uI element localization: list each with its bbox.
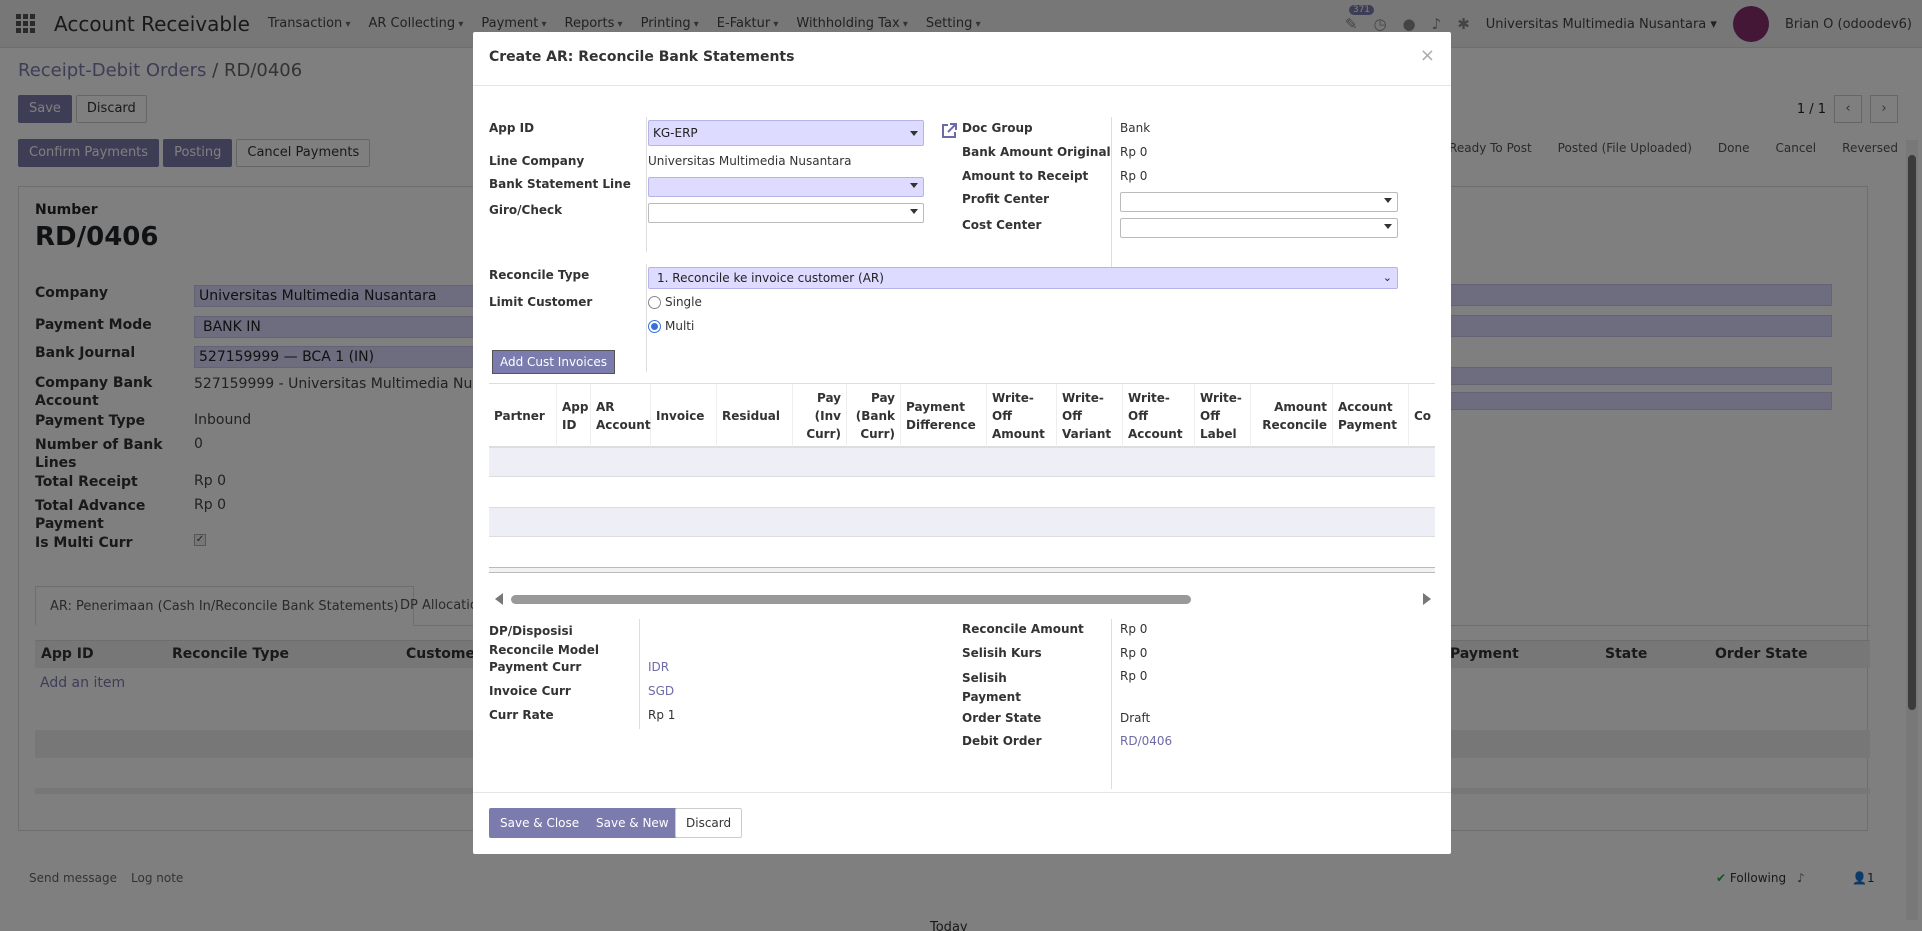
col-amount-reconcile[interactable]: Amount Reconcile xyxy=(1251,384,1333,448)
invoice-curr-label: Invoice Curr xyxy=(489,684,571,698)
line-company-label: Line Company xyxy=(489,154,585,168)
limit-multi-radio[interactable] xyxy=(648,320,661,333)
selisih-kurs-label: Selisih Kurs xyxy=(962,646,1042,660)
limit-single-label[interactable]: Single xyxy=(665,295,702,309)
col-pay-inv-curr[interactable]: Pay (Inv Curr) xyxy=(793,384,847,448)
external-link-icon[interactable] xyxy=(940,122,958,140)
selisih-kurs-value: Rp 0 xyxy=(1120,646,1148,660)
dp-disposisi-label: DP/Disposisi Reconcile Model xyxy=(489,624,599,657)
payment-curr-label: Payment Curr xyxy=(489,660,582,674)
grid-row xyxy=(489,447,1435,477)
col-writeoff-account[interactable]: Write-Off Account xyxy=(1123,384,1195,448)
left-divider xyxy=(646,117,647,252)
bottom-left-divider xyxy=(639,619,640,729)
reconcile-type-select[interactable]: 1. Reconcile ke invoice customer (AR) ⌄ xyxy=(648,267,1398,289)
close-icon[interactable]: × xyxy=(1420,45,1435,66)
app-id-label: App ID xyxy=(489,121,535,135)
cost-center-label: Cost Center xyxy=(962,218,1042,232)
col-residual[interactable]: Residual xyxy=(717,384,793,448)
grid-header: Partner App ID AR Account Invoice Residu… xyxy=(489,383,1435,448)
chevron-down-icon xyxy=(1384,198,1392,203)
col-writeoff-amount[interactable]: Write-Off Amount xyxy=(987,384,1057,448)
debit-order-label: Debit Order xyxy=(962,734,1042,748)
scroll-left-icon[interactable] xyxy=(495,593,503,605)
col-co[interactable]: Co xyxy=(1409,384,1435,448)
col-invoice[interactable]: Invoice xyxy=(651,384,717,448)
app-id-select[interactable]: KG-ERP xyxy=(648,120,924,146)
grid-row xyxy=(489,477,1435,507)
bank-statement-line-select[interactable] xyxy=(648,177,924,197)
profit-center-label: Profit Center xyxy=(962,192,1050,206)
col-account-payment[interactable]: Account Payment xyxy=(1333,384,1409,448)
amount-to-receipt-value: Rp 0 xyxy=(1120,169,1148,183)
col-writeoff-label[interactable]: Write-Off Label xyxy=(1195,384,1251,448)
chevron-down-icon xyxy=(910,209,918,214)
modal-title: Create AR: Reconcile Bank Statements xyxy=(489,49,795,65)
app-id-value: KG-ERP xyxy=(653,126,698,140)
debit-order-link[interactable]: RD/0406 xyxy=(1120,734,1172,748)
bottom-right-divider xyxy=(1111,619,1112,789)
order-state-label: Order State xyxy=(962,711,1042,725)
profit-center-select[interactable] xyxy=(1120,192,1398,212)
chevron-down-icon: ⌄ xyxy=(1382,271,1392,284)
reconcile-amount-label: Reconcile Amount xyxy=(962,622,1084,636)
payment-curr-link[interactable]: IDR xyxy=(648,660,669,674)
limit-customer-label: Limit Customer xyxy=(489,295,593,309)
amount-to-receipt-label: Amount to Receipt xyxy=(962,169,1089,183)
col-writeoff-variant[interactable]: Write-Off Variant xyxy=(1057,384,1123,448)
bank-amount-original-label: Bank Amount Original xyxy=(962,145,1111,159)
reconcile-amount-value: Rp 0 xyxy=(1120,622,1148,636)
reconcile-type-value: 1. Reconcile ke invoice customer (AR) xyxy=(657,271,884,285)
order-state-value: Draft xyxy=(1120,711,1151,725)
save-new-button[interactable]: Save & New xyxy=(585,808,680,838)
col-payment-difference[interactable]: Payment Difference xyxy=(901,384,987,448)
bank-statement-line-label: Bank Statement Line xyxy=(489,177,631,191)
invoice-curr-link[interactable]: SGD xyxy=(648,684,674,698)
cost-center-select[interactable] xyxy=(1120,218,1398,238)
bank-amount-original-value: Rp 0 xyxy=(1120,145,1148,159)
limit-multi-label[interactable]: Multi xyxy=(665,319,694,333)
reconcile-modal: Create AR: Reconcile Bank Statements × A… xyxy=(473,32,1451,854)
giro-check-select[interactable] xyxy=(648,203,924,223)
grid-row xyxy=(489,507,1435,537)
limit-single-radio[interactable] xyxy=(648,296,661,309)
chevron-down-icon xyxy=(910,183,918,188)
col-ar-account[interactable]: AR Account xyxy=(591,384,651,448)
grid-footer xyxy=(489,567,1435,573)
doc-group-label: Doc Group xyxy=(962,121,1033,135)
chevron-down-icon xyxy=(910,131,918,136)
reconcile-type-label: Reconcile Type xyxy=(489,268,590,282)
modal-discard-button[interactable]: Discard xyxy=(675,808,743,838)
col-app-id[interactable]: App ID xyxy=(557,384,591,448)
col-partner[interactable]: Partner xyxy=(489,384,557,448)
curr-rate-value: Rp 1 xyxy=(648,708,676,722)
modal-header: Create AR: Reconcile Bank Statements × xyxy=(473,32,1451,86)
invoice-lines-grid: Partner App ID AR Account Invoice Residu… xyxy=(489,383,1435,573)
scroll-right-icon[interactable] xyxy=(1423,593,1431,605)
line-company-value: Universitas Multimedia Nusantara xyxy=(648,154,852,168)
selisih-payment-label: Selisih Payment xyxy=(962,671,1021,704)
doc-group-value: Bank xyxy=(1120,121,1151,135)
col-pay-bank-curr[interactable]: Pay (Bank Curr) xyxy=(847,384,901,448)
grid-horizontal-scrollbar[interactable] xyxy=(511,595,1191,604)
right-divider xyxy=(1111,117,1112,277)
chevron-down-icon xyxy=(1384,224,1392,229)
selisih-payment-value: Rp 0 xyxy=(1120,669,1148,683)
giro-check-label: Giro/Check xyxy=(489,203,563,217)
save-close-button[interactable]: Save & Close xyxy=(489,808,591,838)
add-cust-invoices-button[interactable]: Add Cust Invoices xyxy=(492,350,615,374)
mid-divider xyxy=(646,264,647,372)
curr-rate-label: Curr Rate xyxy=(489,708,554,722)
grid-row xyxy=(489,537,1435,567)
